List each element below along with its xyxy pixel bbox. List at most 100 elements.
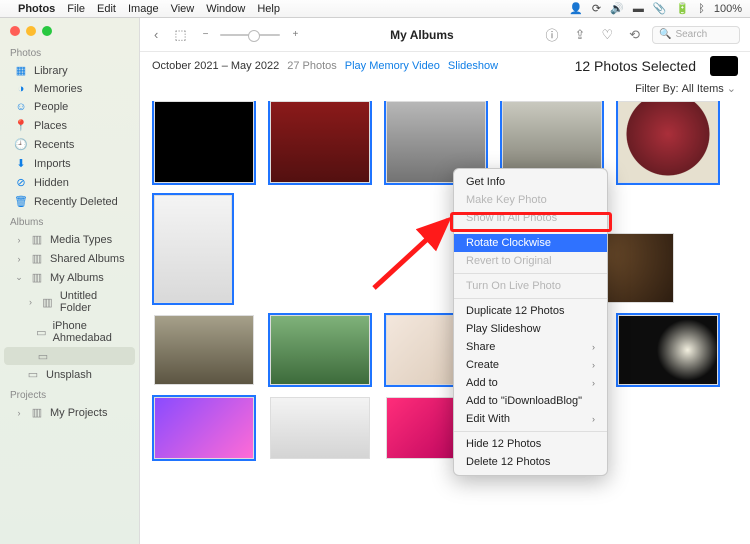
recents-icon: 🕘 <box>14 138 28 151</box>
sidebar-item-label: Shared Albums <box>50 253 125 265</box>
sidebar-item-my-albums[interactable]: ⌄▥My Albums <box>4 268 135 287</box>
ctx-get-info[interactable]: Get Info <box>454 173 607 191</box>
app-menu[interactable]: Photos <box>18 3 55 15</box>
photo-thumb[interactable] <box>270 315 370 385</box>
zoom-button[interactable] <box>42 26 52 36</box>
menu-file[interactable]: File <box>67 3 85 15</box>
sidebar-item-shared-albums[interactable]: › ▥ Shared Albums <box>4 249 135 268</box>
ctx-make-key-photo: Make Key Photo <box>454 191 607 209</box>
sidebar-item-people[interactable]: ☺People <box>4 98 135 116</box>
selection-preview <box>710 56 738 76</box>
ctx-share[interactable]: Share› <box>454 338 607 356</box>
flag-icon[interactable]: ▬ <box>633 3 644 15</box>
search-field[interactable]: 🔍Search <box>652 26 740 44</box>
ctx-play-slideshow[interactable]: Play Slideshow <box>454 320 607 338</box>
menu-edit[interactable]: Edit <box>97 3 116 15</box>
sync-icon[interactable]: ⟳ <box>592 2 601 15</box>
battery-pct: 100% <box>714 3 742 15</box>
chevron-down-icon[interactable]: ⌄ <box>727 82 736 95</box>
chevron-right-icon: › <box>592 414 595 424</box>
bluetooth-icon[interactable]: ᛒ <box>698 3 705 15</box>
main-area: ‹ ⬚ − + My Albums ⓘ ⇪ ♡ ⟲ 🔍Search Octobe… <box>140 18 750 544</box>
share-button[interactable]: ⇪ <box>571 25 590 45</box>
slideshow-link[interactable]: Slideshow <box>448 60 498 72</box>
zoom-in-button[interactable]: + <box>288 27 302 42</box>
disclosure-icon[interactable]: › <box>26 297 35 307</box>
sidebar-item-label: Library <box>34 65 68 77</box>
disclosure-icon[interactable]: ⌄ <box>14 272 24 283</box>
sidebar-item-label: Recents <box>34 139 74 151</box>
sidebar-item-imports[interactable]: ⬇Imports <box>4 154 135 173</box>
minimize-button[interactable] <box>26 26 36 36</box>
sidebar-item-recently-deleted[interactable]: 🗑 Recently Deleted <box>4 192 135 211</box>
sidebar-item-memories[interactable]: ◑Memories <box>4 80 135 98</box>
photo-thumb[interactable] <box>618 101 718 183</box>
menu-image[interactable]: Image <box>128 3 159 15</box>
play-memory-link[interactable]: Play Memory Video <box>345 60 440 72</box>
aspect-button[interactable]: ⬚ <box>170 25 190 45</box>
ctx-add-to-idownloadblog[interactable]: Add to "iDownloadBlog" <box>454 392 607 410</box>
photo-thumb[interactable] <box>270 397 370 459</box>
favorite-button[interactable]: ♡ <box>597 25 617 45</box>
info-button[interactable]: ⓘ <box>542 23 563 46</box>
sidebar: Photos ▦Library ◑Memories ☺People 📍Place… <box>0 18 140 544</box>
ctx-add-to[interactable]: Add to› <box>454 374 607 392</box>
section-photos-title: Photos <box>0 42 139 61</box>
back-button[interactable]: ‹ <box>150 25 162 44</box>
sidebar-item-places[interactable]: 📍Places <box>4 116 135 135</box>
trash-icon: 🗑 <box>14 195 28 208</box>
toolbar: ‹ ⬚ − + My Albums ⓘ ⇪ ♡ ⟲ 🔍Search <box>140 18 750 52</box>
menu-help[interactable]: Help <box>257 3 280 15</box>
close-button[interactable] <box>10 26 20 36</box>
sidebar-item-unsplash[interactable]: ▭Unsplash <box>4 365 135 384</box>
photo-thumb[interactable] <box>154 195 232 303</box>
ctx-duplicate[interactable]: Duplicate 12 Photos <box>454 302 607 320</box>
sidebar-item-label: My Projects <box>50 407 107 419</box>
photo-thumb[interactable] <box>618 315 718 385</box>
sidebar-item-label: My Albums <box>50 272 104 284</box>
sidebar-item-hidden[interactable]: ⊘Hidden <box>4 173 135 192</box>
attach-icon[interactable]: 📎 <box>653 2 667 15</box>
album-icon: ▭ <box>26 368 40 381</box>
user-icon[interactable]: 👤 <box>569 2 583 15</box>
menu-window[interactable]: Window <box>206 3 245 15</box>
ctx-delete[interactable]: Delete 12 Photos <box>454 453 607 471</box>
photo-thumb[interactable] <box>154 101 254 183</box>
mac-menubar: Photos File Edit Image View Window Help … <box>0 0 750 18</box>
menu-view[interactable]: View <box>171 3 195 15</box>
sidebar-item-label: Memories <box>34 83 82 95</box>
zoom-out-button[interactable]: − <box>199 27 213 42</box>
disclosure-icon[interactable]: › <box>14 254 24 264</box>
sidebar-item-recents[interactable]: 🕘 Recents <box>4 135 135 154</box>
sidebar-item-label: Recently Deleted <box>34 196 118 208</box>
rotate-button[interactable]: ⟲ <box>625 25 644 45</box>
volume-icon[interactable]: 🔊 <box>610 2 624 15</box>
disclosure-icon[interactable]: › <box>14 235 24 245</box>
zoom-slider[interactable] <box>220 34 280 36</box>
sidebar-item-untitled-folder[interactable]: ›▥Untitled Folder <box>4 287 135 317</box>
ctx-edit-with[interactable]: Edit With› <box>454 410 607 428</box>
ctx-rotate-clockwise[interactable]: Rotate Clockwise <box>454 234 607 252</box>
sidebar-item-library[interactable]: ▦Library <box>4 61 135 80</box>
photo-thumb[interactable] <box>154 315 254 385</box>
folder-icon: ▥ <box>30 406 44 419</box>
sidebar-item-iphone-ahmedabad[interactable]: ▭iPhone Ahmedabad <box>4 317 135 347</box>
filter-value[interactable]: All Items <box>682 83 724 95</box>
context-menu: Get Info Make Key Photo Show in All Phot… <box>453 168 608 476</box>
folder-icon: ▥ <box>30 252 44 265</box>
disclosure-icon[interactable]: › <box>14 408 24 418</box>
battery-icon[interactable]: 🔋 <box>676 2 690 15</box>
photo-thumb[interactable] <box>270 101 370 183</box>
photo-thumb[interactable] <box>154 397 254 459</box>
section-albums-title: Albums <box>0 211 139 230</box>
sidebar-item-label: Hidden <box>34 177 69 189</box>
album-icon: ▭ <box>36 326 47 339</box>
sidebar-item-label: Imports <box>34 158 71 170</box>
ctx-hide[interactable]: Hide 12 Photos <box>454 435 607 453</box>
sidebar-item-blank-album[interactable]: ▭ <box>4 347 135 365</box>
ctx-create[interactable]: Create› <box>454 356 607 374</box>
sidebar-item-media-types[interactable]: ›▥Media Types <box>4 230 135 249</box>
album-icon: ▭ <box>36 350 50 363</box>
sidebar-item-label: People <box>34 101 68 113</box>
sidebar-item-my-projects[interactable]: › ▥ My Projects <box>4 403 135 422</box>
